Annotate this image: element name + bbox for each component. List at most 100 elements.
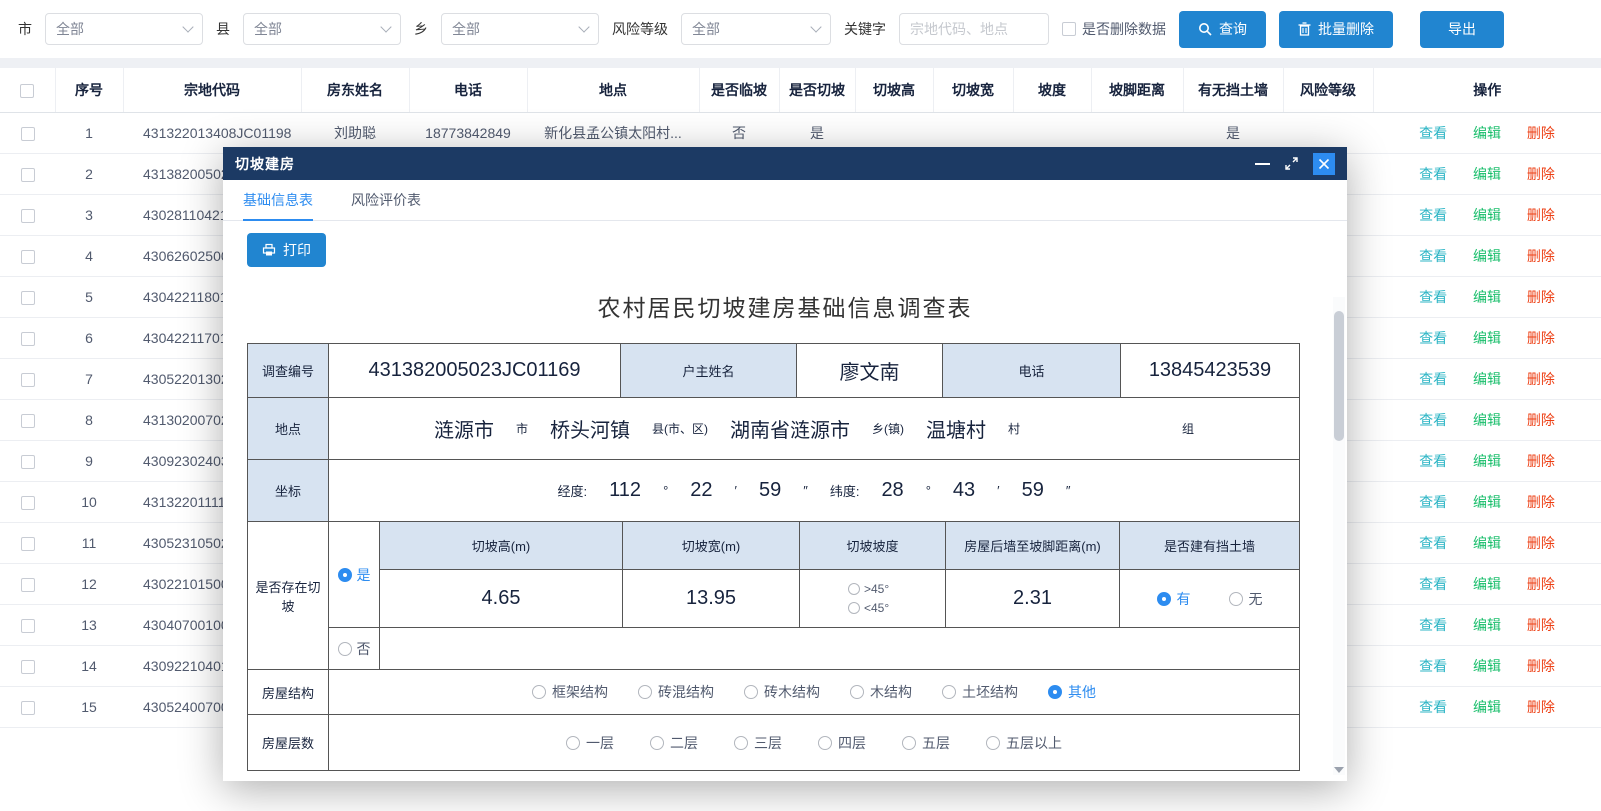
tab-basic-info[interactable]: 基础信息表 xyxy=(243,180,313,220)
batch-delete-button[interactable]: 批量删除 xyxy=(1279,11,1393,48)
edit-link[interactable]: 编辑 xyxy=(1473,166,1501,182)
dialog-scrollbar[interactable] xyxy=(1333,297,1345,775)
structure-option-brick-wood[interactable]: 砖木结构 xyxy=(744,682,820,702)
minimize-icon[interactable] xyxy=(1255,163,1270,165)
edit-link[interactable]: 编辑 xyxy=(1473,289,1501,305)
row-checkbox[interactable] xyxy=(21,455,35,469)
row-checkbox[interactable] xyxy=(21,496,35,510)
radio-icon[interactable] xyxy=(338,642,352,656)
edit-link[interactable]: 编辑 xyxy=(1473,125,1501,141)
row-checkbox[interactable] xyxy=(21,127,35,141)
row-checkbox[interactable] xyxy=(21,414,35,428)
select-all-checkbox[interactable] xyxy=(20,84,34,98)
slope-lt45-option[interactable]: <45° xyxy=(848,601,889,615)
radio-checked-icon[interactable] xyxy=(1157,592,1171,606)
keyword-input[interactable] xyxy=(899,13,1049,45)
delete-link[interactable]: 删除 xyxy=(1527,248,1555,264)
radio-checked-icon[interactable] xyxy=(338,568,352,582)
view-link[interactable]: 查看 xyxy=(1419,166,1447,182)
export-button[interactable]: 导出 xyxy=(1420,11,1504,48)
township-select[interactable]: 全部 xyxy=(441,13,599,45)
wall-no-option[interactable]: 无 xyxy=(1229,589,1263,609)
risk-level-select[interactable]: 全部 xyxy=(681,13,831,45)
row-checkbox[interactable] xyxy=(21,250,35,264)
structure-option-brick-concrete[interactable]: 砖混结构 xyxy=(638,682,714,702)
edit-link[interactable]: 编辑 xyxy=(1473,248,1501,264)
radio-icon[interactable] xyxy=(744,685,758,699)
view-link[interactable]: 查看 xyxy=(1419,535,1447,551)
structure-option-wood[interactable]: 木结构 xyxy=(850,682,912,702)
view-link[interactable]: 查看 xyxy=(1419,207,1447,223)
radio-icon[interactable] xyxy=(650,736,664,750)
row-checkbox[interactable] xyxy=(21,332,35,346)
delete-link[interactable]: 删除 xyxy=(1527,412,1555,428)
radio-icon[interactable] xyxy=(848,602,860,614)
maximize-icon[interactable] xyxy=(1284,156,1299,171)
view-link[interactable]: 查看 xyxy=(1419,371,1447,387)
delete-link[interactable]: 删除 xyxy=(1527,371,1555,387)
view-link[interactable]: 查看 xyxy=(1419,453,1447,469)
cut-slope-no-option[interactable]: 否 xyxy=(329,628,379,669)
delete-link[interactable]: 删除 xyxy=(1527,289,1555,305)
row-checkbox[interactable] xyxy=(21,701,35,715)
view-link[interactable]: 查看 xyxy=(1419,248,1447,264)
view-link[interactable]: 查看 xyxy=(1419,576,1447,592)
row-checkbox[interactable] xyxy=(21,291,35,305)
structure-option-adobe[interactable]: 土坯结构 xyxy=(942,682,1018,702)
structure-option-other[interactable]: 其他 xyxy=(1048,682,1096,702)
view-link[interactable]: 查看 xyxy=(1419,658,1447,674)
edit-link[interactable]: 编辑 xyxy=(1473,494,1501,510)
view-link[interactable]: 查看 xyxy=(1419,494,1447,510)
edit-link[interactable]: 编辑 xyxy=(1473,371,1501,387)
floors-option-5plus[interactable]: 五层以上 xyxy=(986,733,1062,753)
view-link[interactable]: 查看 xyxy=(1419,330,1447,346)
row-checkbox[interactable] xyxy=(21,537,35,551)
structure-option-frame[interactable]: 框架结构 xyxy=(532,682,608,702)
checkbox-icon[interactable] xyxy=(1062,22,1076,36)
delete-link[interactable]: 删除 xyxy=(1527,494,1555,510)
cut-slope-yes-option[interactable]: 是 xyxy=(329,522,379,627)
edit-link[interactable]: 编辑 xyxy=(1473,535,1501,551)
delete-link[interactable]: 删除 xyxy=(1527,699,1555,715)
delete-link[interactable]: 删除 xyxy=(1527,576,1555,592)
delete-link[interactable]: 删除 xyxy=(1527,125,1555,141)
floors-option-5[interactable]: 五层 xyxy=(902,733,950,753)
city-select[interactable]: 全部 xyxy=(45,13,203,45)
radio-icon[interactable] xyxy=(734,736,748,750)
wall-yes-option[interactable]: 有 xyxy=(1157,589,1191,609)
slope-gt45-option[interactable]: >45° xyxy=(848,582,889,596)
edit-link[interactable]: 编辑 xyxy=(1473,617,1501,633)
row-checkbox[interactable] xyxy=(21,373,35,387)
radio-icon[interactable] xyxy=(986,736,1000,750)
edit-link[interactable]: 编辑 xyxy=(1473,658,1501,674)
scrollbar-thumb[interactable] xyxy=(1334,311,1344,441)
county-select[interactable]: 全部 xyxy=(243,13,401,45)
row-checkbox[interactable] xyxy=(21,168,35,182)
radio-icon[interactable] xyxy=(532,685,546,699)
scroll-down-arrow[interactable] xyxy=(1334,767,1344,773)
radio-icon[interactable] xyxy=(942,685,956,699)
view-link[interactable]: 查看 xyxy=(1419,125,1447,141)
view-link[interactable]: 查看 xyxy=(1419,617,1447,633)
radio-icon[interactable] xyxy=(566,736,580,750)
floors-option-2[interactable]: 二层 xyxy=(650,733,698,753)
row-checkbox[interactable] xyxy=(21,619,35,633)
deleted-data-checkbox[interactable]: 是否删除数据 xyxy=(1062,19,1166,39)
search-button[interactable]: 查询 xyxy=(1179,11,1266,48)
view-link[interactable]: 查看 xyxy=(1419,699,1447,715)
radio-icon[interactable] xyxy=(818,736,832,750)
radio-checked-icon[interactable] xyxy=(1048,685,1062,699)
row-checkbox[interactable] xyxy=(21,578,35,592)
edit-link[interactable]: 编辑 xyxy=(1473,453,1501,469)
edit-link[interactable]: 编辑 xyxy=(1473,330,1501,346)
close-icon[interactable] xyxy=(1313,153,1335,175)
view-link[interactable]: 查看 xyxy=(1419,289,1447,305)
delete-link[interactable]: 删除 xyxy=(1527,658,1555,674)
floors-option-1[interactable]: 一层 xyxy=(566,733,614,753)
edit-link[interactable]: 编辑 xyxy=(1473,207,1501,223)
edit-link[interactable]: 编辑 xyxy=(1473,576,1501,592)
view-link[interactable]: 查看 xyxy=(1419,412,1447,428)
row-checkbox[interactable] xyxy=(21,209,35,223)
edit-link[interactable]: 编辑 xyxy=(1473,412,1501,428)
delete-link[interactable]: 删除 xyxy=(1527,453,1555,469)
